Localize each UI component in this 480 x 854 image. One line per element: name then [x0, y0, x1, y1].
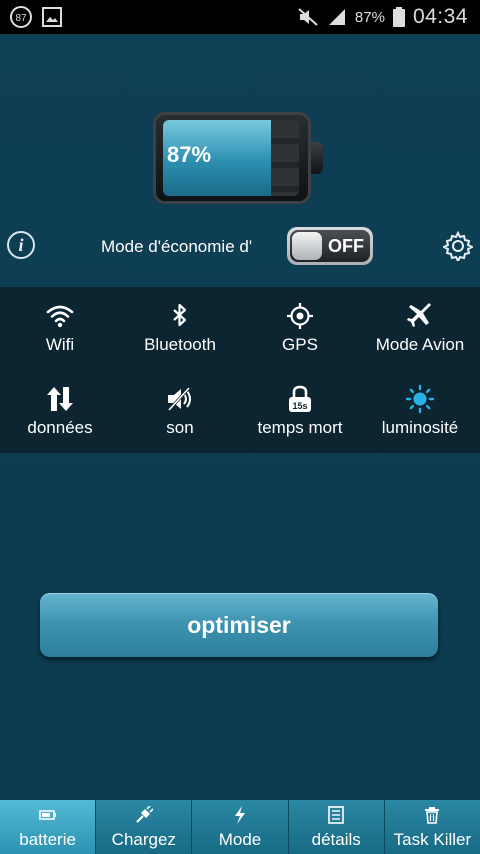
toggle-label: Bluetooth [144, 335, 216, 354]
settings-gear-icon[interactable] [443, 231, 473, 261]
timeout-lock-icon: 15s [289, 385, 311, 412]
list-icon [328, 806, 345, 824]
toggle-data[interactable]: données [0, 370, 120, 453]
signal-icon [328, 9, 345, 25]
toggle-label: Wifi [45, 335, 75, 354]
toggle-wifi[interactable]: Wifi [0, 287, 120, 370]
bolt-icon [235, 806, 245, 824]
battery-empty-cell [271, 120, 299, 196]
toggle-label: son [166, 418, 194, 437]
mute-icon [298, 8, 318, 26]
toggle-track: OFF [290, 230, 370, 262]
status-battery-percent: 87% [354, 8, 385, 26]
gps-icon [287, 303, 313, 329]
trash-icon [425, 807, 440, 824]
bottom-tab-bar: batterie Chargez Mode détails Task Kille… [0, 800, 480, 854]
tab-task-killer[interactable]: Task Killer [384, 800, 480, 854]
power-saving-label: Mode d'économie d' [101, 237, 253, 256]
toggle-airplane-mode[interactable]: Mode Avion [360, 287, 480, 370]
timeout-badge: 15s [292, 401, 307, 411]
toggle-label: luminosité [381, 418, 459, 437]
plug-icon [136, 806, 153, 823]
toggle-bluetooth[interactable]: Bluetooth [120, 287, 240, 370]
status-battery-icon [392, 7, 405, 27]
battery-level-text: 87% [167, 142, 212, 167]
toggle-brightness[interactable]: luminosité [360, 370, 480, 453]
tab-label: Task Killer [393, 830, 472, 849]
toggle-label: données [27, 418, 93, 437]
speaker-icon [167, 386, 191, 412]
quick-toggles-grid: Wifi Bluetooth GPS Mode Avion données so… [0, 287, 480, 453]
power-saving-toggle[interactable]: OFF [287, 227, 373, 265]
bluetooth-icon [173, 303, 187, 327]
tab-label: Chargez [111, 830, 176, 849]
tab-battery[interactable]: batterie [0, 800, 97, 854]
main-panel: 87% i Mode d'économie d' OFF Wifi Blueto… [0, 34, 480, 800]
toggle-label: temps mort [257, 418, 343, 437]
gallery-notification-icon [42, 7, 62, 27]
tab-charge[interactable]: Chargez [96, 800, 193, 854]
info-button[interactable]: i [7, 231, 35, 259]
tab-label: batterie [19, 830, 76, 849]
tab-details[interactable]: détails [288, 800, 385, 854]
optimise-button[interactable]: optimiser [40, 593, 438, 657]
battery-gauge: 87% [153, 112, 323, 204]
tab-label: Mode [218, 830, 262, 849]
toggle-gps[interactable]: GPS [240, 287, 360, 370]
toggle-screen-timeout[interactable]: 15s temps mort [240, 370, 360, 453]
battery-tip [311, 142, 323, 174]
status-time: 04:34 [412, 5, 468, 28]
status-bar: 87 87% 04:34 [0, 0, 480, 34]
toggle-sound[interactable]: son [120, 370, 240, 453]
airplane-icon [407, 303, 431, 327]
toggle-label: Mode Avion [375, 335, 465, 354]
toggle-label: GPS [282, 335, 318, 354]
brightness-icon [405, 384, 435, 414]
toggle-state: OFF [328, 236, 364, 256]
tab-label: détails [311, 830, 361, 849]
toggle-knob [292, 232, 322, 260]
data-arrows-icon [47, 387, 73, 411]
notification-badge: 87 [10, 6, 32, 28]
wifi-icon [46, 305, 74, 328]
battery-icon [38, 810, 56, 820]
tab-mode[interactable]: Mode [192, 800, 289, 854]
